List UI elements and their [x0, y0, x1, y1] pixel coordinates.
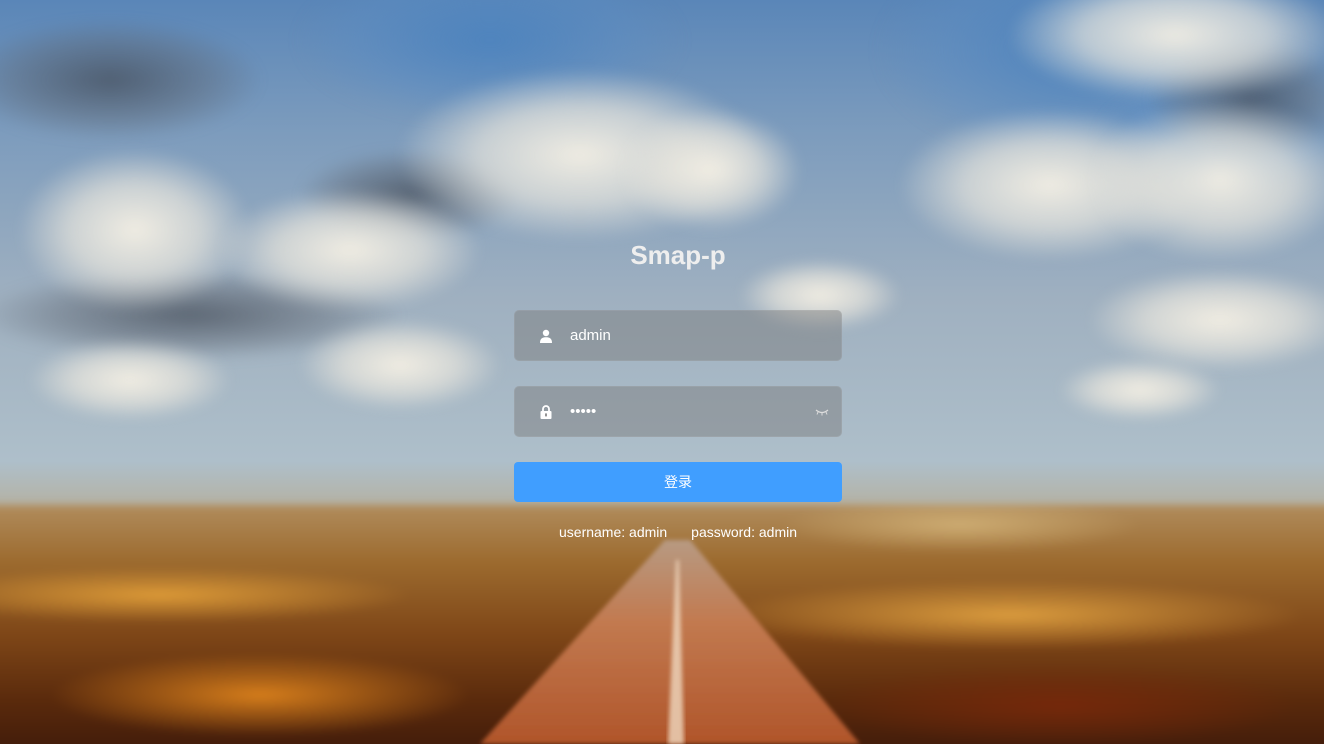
user-icon: [538, 328, 554, 344]
username-field[interactable]: [514, 310, 842, 361]
username-hint: username: admin: [559, 524, 668, 540]
credentials-hint: username: admin password: admin: [514, 524, 842, 540]
eye-closed-icon[interactable]: [814, 404, 830, 420]
login-button[interactable]: 登录: [514, 462, 842, 502]
username-input[interactable]: [570, 311, 841, 360]
password-field[interactable]: [514, 386, 842, 437]
password-input[interactable]: [570, 387, 814, 436]
password-hint: password: admin: [691, 524, 797, 540]
app-title: Smap-p: [630, 240, 726, 270]
lock-icon: [538, 404, 554, 420]
login-form: Smap-p 登录 us: [514, 230, 842, 540]
